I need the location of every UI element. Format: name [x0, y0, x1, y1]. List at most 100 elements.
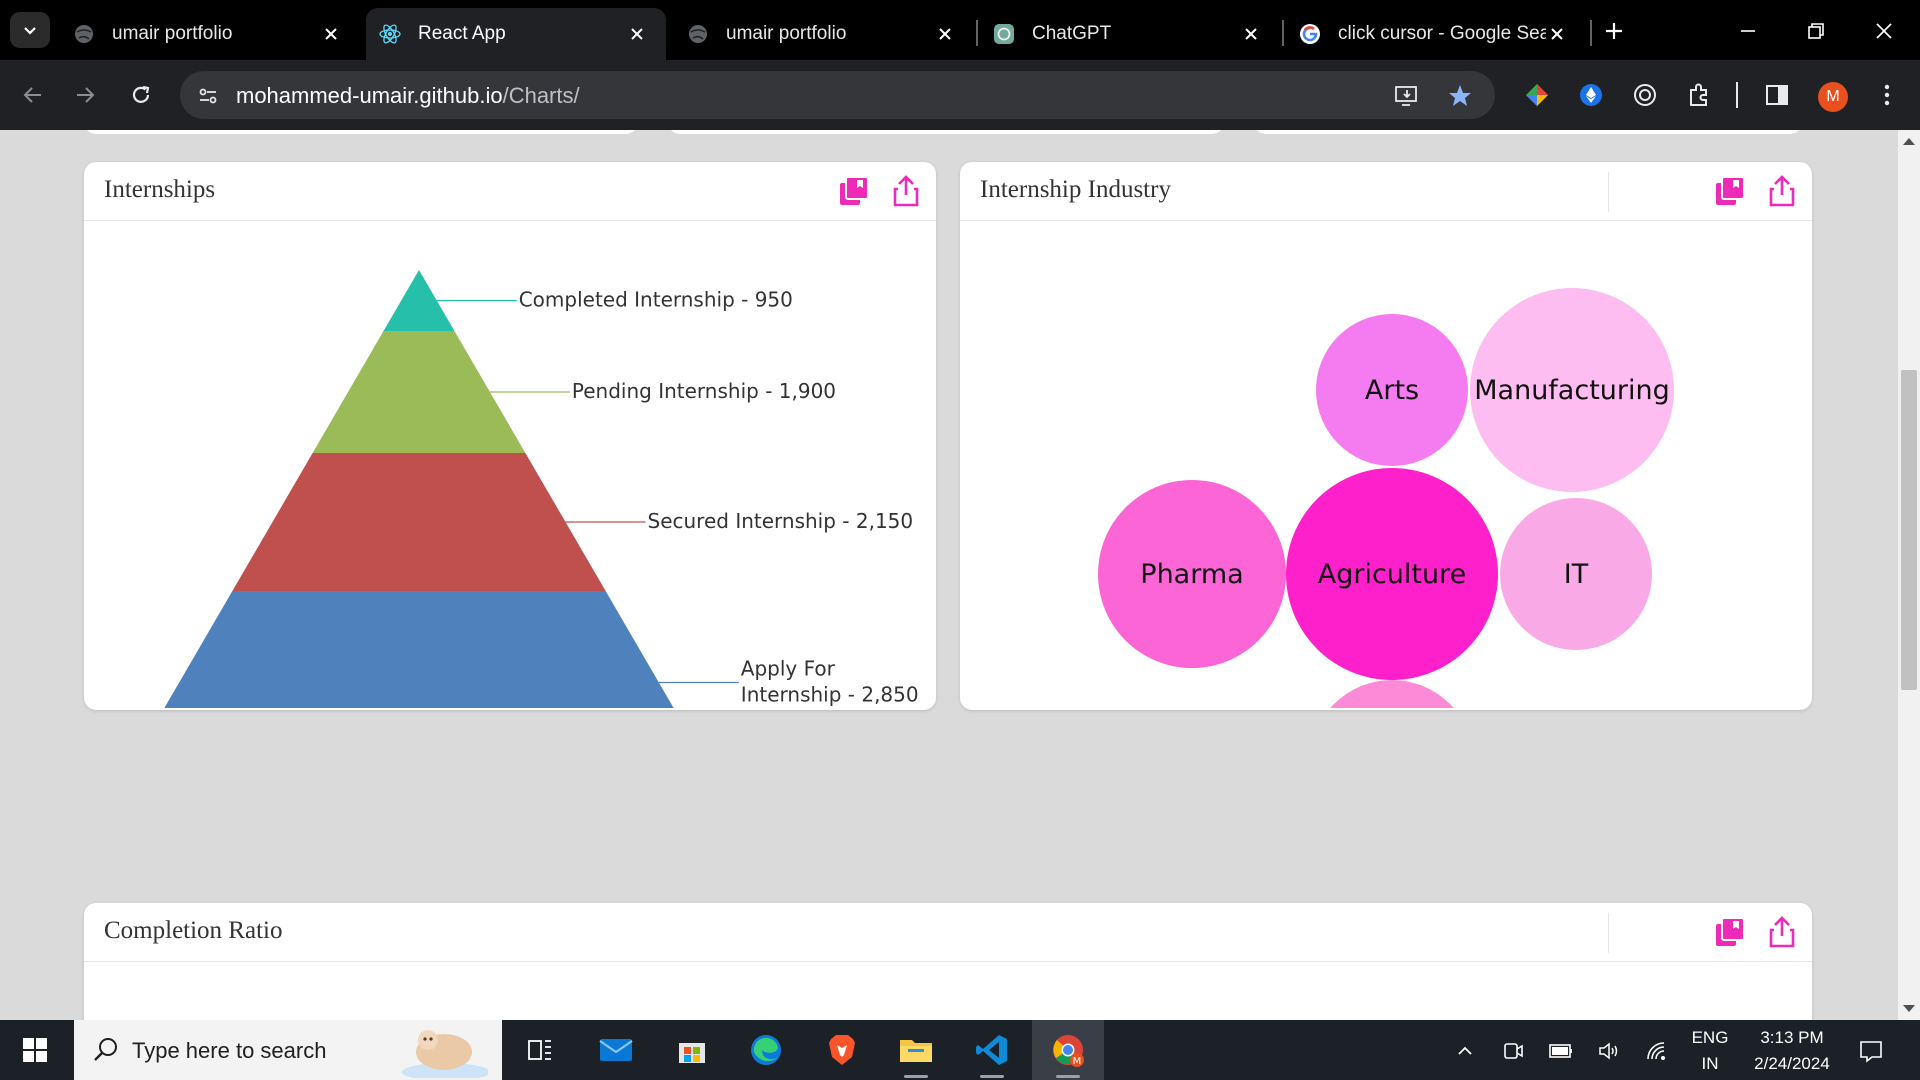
card-header: Internship Industry — [960, 162, 1812, 221]
region-label: IN — [1701, 1054, 1719, 1073]
save-button[interactable] — [1712, 914, 1748, 950]
share-button[interactable] — [1764, 914, 1800, 950]
task-view-button[interactable] — [504, 1020, 576, 1080]
tab-search-button[interactable] — [10, 12, 50, 48]
share-icon — [893, 175, 919, 207]
site-settings-icon[interactable] — [194, 82, 222, 110]
battery-icon[interactable] — [1546, 1036, 1576, 1066]
plus-icon — [1606, 23, 1622, 39]
vscode-button[interactable] — [956, 1020, 1028, 1080]
save-button[interactable] — [836, 173, 872, 209]
previous-card-edge — [84, 130, 638, 134]
share-icon — [1769, 916, 1795, 948]
restore-button[interactable] — [1796, 14, 1836, 48]
pyramid-segment[interactable] — [232, 452, 606, 592]
taskbar-search-box[interactable]: Type here to search — [74, 1020, 502, 1080]
brave-browser-button[interactable] — [806, 1020, 878, 1080]
notification-icon — [1860, 1041, 1882, 1063]
bubble-label: Manufacturing — [1474, 375, 1670, 406]
internship-industry-card: Internship Industry Arts Manufacturing Pha… — [960, 162, 1812, 710]
chrome-icon: M — [1053, 1035, 1084, 1067]
tab-umair-portfolio-1[interactable]: umair portfolio — [60, 8, 360, 60]
brave-icon — [829, 1035, 855, 1065]
chevron-up-icon — [1458, 1046, 1472, 1055]
address-bar[interactable]: mohammed-umair.github.io/Charts/ — [180, 71, 1495, 119]
share-button[interactable] — [1764, 173, 1800, 209]
tab-google-search[interactable]: click cursor - Google Sear — [1286, 8, 1586, 60]
share-button[interactable] — [888, 173, 924, 209]
globe-icon — [686, 22, 710, 46]
card-title: Internship Industry — [980, 176, 1171, 203]
bookmark-star-icon[interactable] — [1445, 81, 1475, 111]
wifi-icon[interactable] — [1642, 1036, 1672, 1066]
save-button[interactable] — [1712, 173, 1748, 209]
color-extension-icon[interactable] — [1520, 78, 1554, 112]
chatgpt-icon — [992, 22, 1016, 46]
reload-button[interactable] — [122, 76, 160, 114]
copy-icon — [1716, 176, 1745, 205]
url-host: mohammed-umair.github.io — [236, 83, 503, 108]
tab-chatgpt[interactable]: ChatGPT — [980, 8, 1280, 60]
search-placeholder: Type here to search — [132, 1038, 327, 1063]
internships-pyramid-chart: Completed Internship - 950 Pending Intern… — [126, 270, 919, 708]
url-path: /Charts/ — [502, 83, 580, 108]
clock[interactable]: 3:13 PM 2/24/2024 — [1742, 1025, 1842, 1077]
close-tab-icon[interactable] — [626, 23, 648, 45]
svg-text:M: M — [1073, 1056, 1082, 1067]
mail-app-button[interactable] — [580, 1020, 652, 1080]
mail-icon — [599, 1039, 633, 1061]
meet-now-icon[interactable] — [1498, 1036, 1528, 1066]
show-hidden-icons-button[interactable] — [1450, 1036, 1480, 1066]
tab-strip: umair portfolio React App umair portfoli… — [0, 0, 1920, 60]
windows-taskbar: Type here to search M ENG IN 3:13 PM 2/2… — [0, 1020, 1920, 1080]
microsoft-store-button[interactable] — [656, 1020, 728, 1080]
file-explorer-button[interactable] — [880, 1020, 952, 1080]
internships-card: Internships Completed Internship - 950 Pe… — [84, 162, 936, 710]
edge-browser-button[interactable] — [730, 1020, 802, 1080]
more-menu-icon[interactable] — [1870, 78, 1904, 112]
volume-icon[interactable] — [1594, 1036, 1624, 1066]
card-header: Internships — [84, 162, 936, 221]
install-app-icon[interactable] — [1392, 81, 1422, 111]
tab-react-app[interactable]: React App — [366, 8, 666, 60]
target-extension-icon[interactable] — [1628, 78, 1662, 112]
tab-umair-portfolio-2[interactable]: umair portfolio — [674, 8, 974, 60]
bubble-label: Arts — [1365, 375, 1419, 406]
new-tab-button[interactable] — [1597, 14, 1631, 48]
header-divider — [1608, 172, 1609, 212]
scroll-down-arrow[interactable] — [1903, 1005, 1915, 1012]
forward-button[interactable] — [66, 76, 104, 114]
page-content: Internships Completed Internship - 950 Pe… — [0, 130, 1898, 1020]
reload-icon — [132, 85, 150, 103]
profile-avatar[interactable]: M — [1818, 82, 1848, 112]
scroll-up-arrow[interactable] — [1903, 138, 1915, 145]
bubble[interactable] — [1310, 680, 1474, 708]
extensions-puzzle-icon[interactable] — [1682, 78, 1716, 112]
close-tab-icon[interactable] — [934, 23, 956, 45]
google-icon — [1298, 22, 1322, 46]
chrome-browser-button[interactable]: M — [1032, 1020, 1104, 1080]
ethereum-extension-icon[interactable] — [1574, 78, 1608, 112]
pyramid-segment[interactable] — [126, 591, 712, 708]
vscode-icon — [976, 1035, 1007, 1065]
input-language-indicator[interactable]: ENG IN — [1690, 1025, 1730, 1077]
pyramid-label: Secured Internship - 2,150 — [648, 509, 914, 533]
copy-icon — [1716, 917, 1745, 946]
minimize-icon — [1741, 30, 1755, 32]
restore-icon — [1808, 23, 1824, 39]
close-window-button[interactable] — [1864, 14, 1904, 48]
store-icon — [679, 1043, 705, 1063]
minimize-button[interactable] — [1728, 14, 1768, 48]
scrollbar-thumb[interactable] — [1901, 370, 1917, 690]
react-icon — [378, 22, 402, 46]
start-button[interactable] — [0, 1020, 70, 1080]
close-tab-icon[interactable] — [1240, 23, 1262, 45]
vertical-scrollbar[interactable] — [1898, 130, 1920, 1020]
notifications-button[interactable] — [1856, 1036, 1886, 1066]
browser-toolbar: mohammed-umair.github.io/Charts/ M — [0, 60, 1920, 130]
close-icon — [1876, 23, 1892, 39]
side-panel-icon[interactable] — [1760, 78, 1794, 112]
back-button[interactable] — [14, 76, 52, 114]
close-tab-icon[interactable] — [320, 23, 342, 45]
close-tab-icon[interactable] — [1546, 23, 1568, 45]
